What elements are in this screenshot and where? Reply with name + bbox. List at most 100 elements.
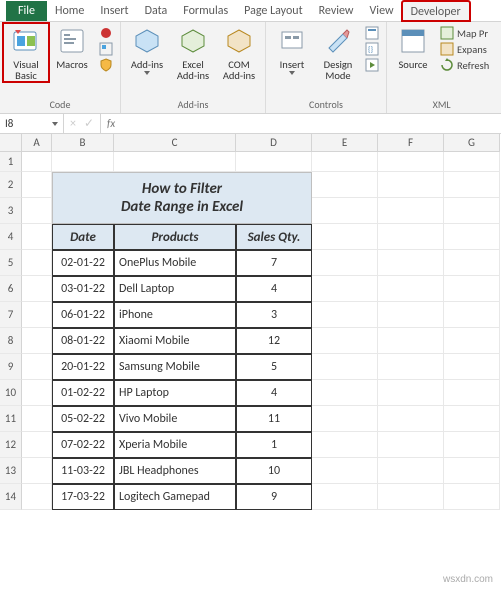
cell[interactable]: [22, 328, 52, 354]
row-header[interactable]: 10: [0, 380, 22, 406]
cell[interactable]: [444, 432, 500, 458]
cell-grid[interactable]: How to FilterDate Range in ExcelDateProd…: [22, 152, 500, 510]
cell-product[interactable]: Vivo Mobile: [114, 406, 236, 432]
cell-date[interactable]: 20-01-22: [52, 354, 114, 380]
cell[interactable]: [22, 224, 52, 250]
tab-review[interactable]: Review: [311, 1, 362, 20]
cell[interactable]: [378, 250, 444, 276]
cell-date[interactable]: 05-02-22: [52, 406, 114, 432]
cell-product[interactable]: JBL Headphones: [114, 458, 236, 484]
column-header[interactable]: B: [52, 134, 114, 152]
table-header-products[interactable]: Products: [114, 224, 236, 250]
record-macro-button[interactable]: [96, 26, 116, 40]
view-code-button[interactable]: {}: [362, 42, 382, 56]
row-header[interactable]: 1: [0, 152, 22, 172]
insert-control-button[interactable]: Insert: [270, 24, 314, 75]
column-header[interactable]: C: [114, 134, 236, 152]
cell-qty[interactable]: 11: [236, 406, 312, 432]
enter-icon[interactable]: ✓: [84, 116, 94, 131]
use-relative-references-button[interactable]: [96, 42, 116, 56]
cell[interactable]: [378, 302, 444, 328]
cell[interactable]: [22, 432, 52, 458]
row-header[interactable]: 5: [0, 250, 22, 276]
row-header[interactable]: 9: [0, 354, 22, 380]
row-header[interactable]: 7: [0, 302, 22, 328]
cell[interactable]: [312, 198, 378, 224]
tab-file[interactable]: File: [6, 1, 47, 21]
cell[interactable]: [114, 152, 236, 172]
cell[interactable]: [312, 484, 378, 510]
cell-date[interactable]: 02-01-22: [52, 250, 114, 276]
source-button[interactable]: Source: [391, 24, 435, 70]
table-header-date[interactable]: Date: [52, 224, 114, 250]
cell[interactable]: [312, 172, 378, 198]
column-header[interactable]: D: [236, 134, 312, 152]
fx-icon[interactable]: fx: [101, 114, 121, 133]
cell[interactable]: [378, 328, 444, 354]
row-header[interactable]: 3: [0, 198, 22, 224]
cell-date[interactable]: 17-03-22: [52, 484, 114, 510]
cell-product[interactable]: Logitech Gamepad: [114, 484, 236, 510]
cell[interactable]: [444, 276, 500, 302]
row-header[interactable]: 14: [0, 484, 22, 510]
cell[interactable]: [312, 250, 378, 276]
cell[interactable]: [312, 406, 378, 432]
tab-insert[interactable]: Insert: [92, 1, 136, 20]
cell[interactable]: [52, 152, 114, 172]
addins-button[interactable]: Add-ins: [125, 24, 169, 75]
cell[interactable]: [312, 432, 378, 458]
cell[interactable]: [444, 328, 500, 354]
tab-data[interactable]: Data: [137, 1, 176, 20]
cell-date[interactable]: 11-03-22: [52, 458, 114, 484]
cell-qty[interactable]: 10: [236, 458, 312, 484]
column-header[interactable]: A: [22, 134, 52, 152]
cell-product[interactable]: Dell Laptop: [114, 276, 236, 302]
cell-qty[interactable]: 9: [236, 484, 312, 510]
cell[interactable]: [378, 224, 444, 250]
cell[interactable]: [444, 250, 500, 276]
formula-input[interactable]: [121, 114, 501, 133]
name-box[interactable]: I8: [0, 114, 64, 133]
cell[interactable]: [22, 484, 52, 510]
expansion-packs-button[interactable]: Expans: [437, 42, 492, 56]
cell[interactable]: [22, 152, 52, 172]
cell[interactable]: [22, 172, 52, 198]
cell[interactable]: [444, 354, 500, 380]
cell[interactable]: [312, 152, 378, 172]
cell[interactable]: [378, 198, 444, 224]
row-header[interactable]: 12: [0, 432, 22, 458]
select-all-corner[interactable]: [0, 134, 22, 152]
cell-qty[interactable]: 12: [236, 328, 312, 354]
macros-button[interactable]: Macros: [50, 24, 94, 70]
cell[interactable]: [444, 198, 500, 224]
tab-home[interactable]: Home: [47, 1, 92, 20]
cell-product[interactable]: Xiaomi Mobile: [114, 328, 236, 354]
cell[interactable]: [378, 354, 444, 380]
cell[interactable]: [22, 458, 52, 484]
cell-product[interactable]: iPhone: [114, 302, 236, 328]
cell[interactable]: [22, 354, 52, 380]
cell-date[interactable]: 08-01-22: [52, 328, 114, 354]
excel-addins-button[interactable]: Excel Add-ins: [171, 24, 215, 81]
macro-security-button[interactable]: [96, 58, 116, 72]
row-header[interactable]: 4: [0, 224, 22, 250]
column-header[interactable]: E: [312, 134, 378, 152]
visual-basic-button[interactable]: Visual Basic: [4, 24, 48, 81]
cell[interactable]: [378, 458, 444, 484]
cell-product[interactable]: OnePlus Mobile: [114, 250, 236, 276]
properties-button[interactable]: [362, 26, 382, 40]
tab-page-layout[interactable]: Page Layout: [236, 1, 310, 20]
column-header[interactable]: G: [444, 134, 500, 152]
cell-date[interactable]: 07-02-22: [52, 432, 114, 458]
cell[interactable]: [378, 406, 444, 432]
design-mode-button[interactable]: Design Mode: [316, 24, 360, 81]
cell[interactable]: [22, 250, 52, 276]
cell[interactable]: [312, 302, 378, 328]
title-merged-cell[interactable]: How to FilterDate Range in Excel: [52, 172, 312, 224]
cell-product[interactable]: Xperia Mobile: [114, 432, 236, 458]
row-header[interactable]: 2: [0, 172, 22, 198]
cell-product[interactable]: Samsung Mobile: [114, 354, 236, 380]
cell[interactable]: [444, 224, 500, 250]
cell[interactable]: [236, 152, 312, 172]
cell[interactable]: [312, 458, 378, 484]
